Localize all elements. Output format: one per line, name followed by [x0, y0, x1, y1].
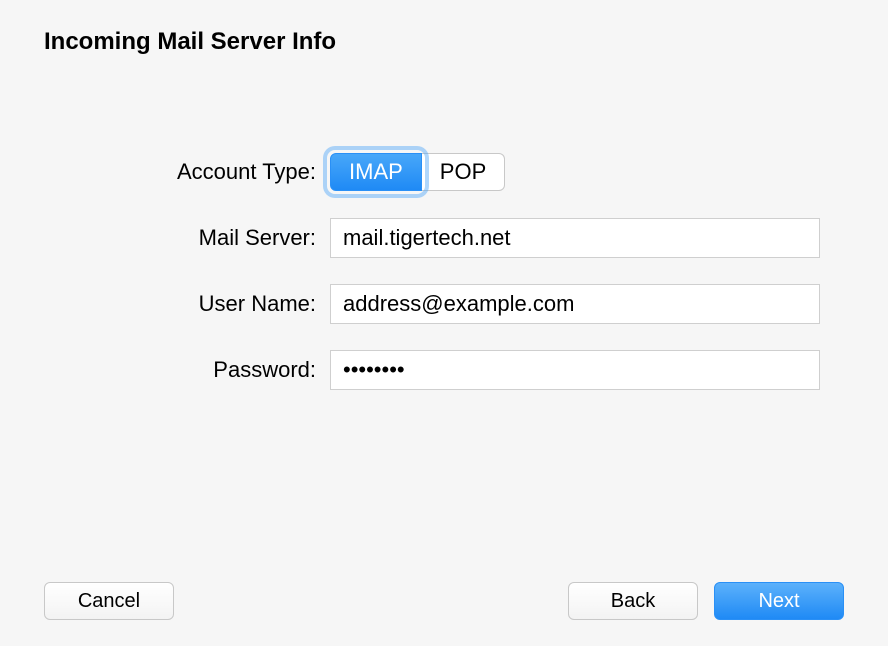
row-mail-server: Mail Server: — [0, 216, 888, 260]
account-type-segmented[interactable]: IMAP POP — [330, 153, 505, 191]
cancel-button[interactable]: Cancel — [44, 582, 174, 620]
row-password: Password: — [0, 348, 888, 392]
password-label: Password: — [0, 357, 330, 383]
page-title: Incoming Mail Server Info — [44, 28, 336, 56]
mail-server-label: Mail Server: — [0, 225, 330, 251]
user-name-label: User Name: — [0, 291, 330, 317]
row-user-name: User Name: — [0, 282, 888, 326]
password-input[interactable] — [330, 350, 820, 390]
form: Account Type: IMAP POP Mail Server: User… — [0, 150, 888, 414]
account-type-label: Account Type: — [0, 159, 330, 185]
user-name-input[interactable] — [330, 284, 820, 324]
footer: Cancel Back Next — [0, 582, 888, 620]
next-button[interactable]: Next — [714, 582, 844, 620]
back-button[interactable]: Back — [568, 582, 698, 620]
row-account-type: Account Type: IMAP POP — [0, 150, 888, 194]
segment-imap[interactable]: IMAP — [330, 153, 422, 191]
segment-pop[interactable]: POP — [422, 153, 505, 191]
mail-server-input[interactable] — [330, 218, 820, 258]
